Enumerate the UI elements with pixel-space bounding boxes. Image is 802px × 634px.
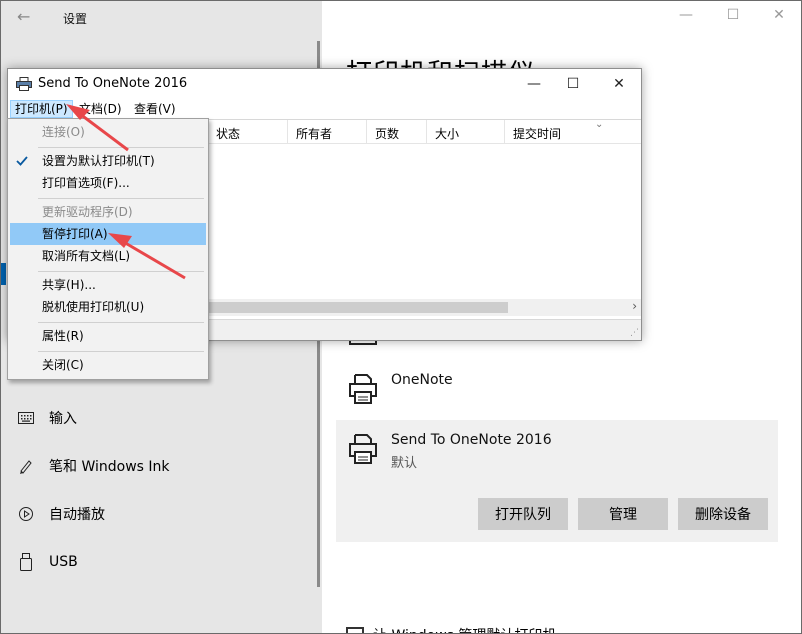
column-divider[interactable] xyxy=(426,120,427,144)
resize-grip-icon[interactable]: ⋰ xyxy=(630,328,639,338)
menu-item-label: 打印首选项(F)... xyxy=(42,176,130,190)
menu-item-label: 取消所有文档(L) xyxy=(42,249,131,263)
maximize-icon[interactable]: ☐ xyxy=(721,7,745,23)
column-divider[interactable] xyxy=(366,120,367,144)
menu-item-label: 脱机使用打印机(U) xyxy=(42,300,145,314)
menu-item-pause-printing[interactable]: 暂停打印(A) xyxy=(10,223,206,245)
queue-window-title: Send To OneNote 2016 xyxy=(38,76,188,91)
menu-item-print-preferences[interactable]: 打印首选项(F)... xyxy=(10,172,206,194)
sort-chevron-icon: ⌄ xyxy=(595,119,604,130)
queue-menubar: 打印机(P) 文档(D) 查看(V) xyxy=(8,99,641,119)
column-divider[interactable] xyxy=(504,120,505,144)
menu-item-label: 共享(H)... xyxy=(42,278,96,292)
column-header-pages[interactable]: 页数 xyxy=(375,125,399,142)
menu-item-label: 连接(O) xyxy=(42,125,85,139)
minimize-icon[interactable]: — xyxy=(519,73,549,95)
menu-item-connect[interactable]: 连接(O) xyxy=(10,121,206,143)
scroll-right-icon[interactable]: › xyxy=(632,299,637,313)
manage-button[interactable]: 管理 xyxy=(578,498,668,530)
menu-item-close[interactable]: 关闭(C) xyxy=(10,354,206,376)
checkmark-icon xyxy=(16,150,28,174)
printer-name: OneNote xyxy=(391,372,453,388)
printer-icon xyxy=(16,77,32,91)
horizontal-scrollbar[interactable]: › xyxy=(208,299,641,316)
column-header-size[interactable]: 大小 xyxy=(435,125,459,142)
printer-name: Send To OneNote 2016 xyxy=(391,432,552,448)
printer-icon xyxy=(349,434,377,464)
close-icon[interactable]: ✕ xyxy=(767,7,791,23)
sidebar-item-label: USB xyxy=(49,554,78,570)
selected-nav-indicator xyxy=(1,263,6,285)
menu-item-share[interactable]: 共享(H)... xyxy=(10,274,206,296)
menu-item-set-default[interactable]: 设置为默认打印机(T) xyxy=(10,150,206,172)
menu-view[interactable]: 查看(V) xyxy=(130,100,180,118)
menu-separator xyxy=(38,351,204,352)
menu-item-update-driver[interactable]: 更新驱动程序(D) xyxy=(10,201,206,223)
maximize-icon[interactable]: ☐ xyxy=(558,73,588,95)
keyboard-icon xyxy=(17,409,35,427)
sidebar-item-usb[interactable]: USB xyxy=(17,550,78,574)
printer-status: 默认 xyxy=(391,456,418,471)
sidebar-item-typing[interactable]: 输入 xyxy=(17,406,77,430)
manage-default-label: 让 Windows 管理默认打印机 xyxy=(373,625,556,633)
usb-icon xyxy=(17,553,35,571)
sidebar-item-label: 笔和 Windows Ink xyxy=(49,459,170,475)
settings-title: 设置 xyxy=(63,12,88,26)
sidebar-item-pen[interactable]: 笔和 Windows Ink xyxy=(17,454,170,478)
printer-menu-dropdown: 连接(O) 设置为默认打印机(T) 打印首选项(F)... 更新驱动程序(D) … xyxy=(7,118,209,380)
scrollbar-thumb[interactable] xyxy=(208,302,508,313)
menu-printer[interactable]: 打印机(P) xyxy=(10,100,73,118)
menu-item-cancel-all[interactable]: 取消所有文档(L) xyxy=(10,245,206,267)
menu-item-properties[interactable]: 属性(R) xyxy=(10,325,206,347)
sidebar-item-label: 输入 xyxy=(49,411,77,427)
column-header-status[interactable]: 状态 xyxy=(216,125,240,142)
menu-separator xyxy=(38,271,204,272)
open-queue-button[interactable]: 打开队列 xyxy=(478,498,568,530)
queue-titlebar[interactable]: Send To OneNote 2016 — ☐ ✕ xyxy=(8,69,641,99)
menu-separator xyxy=(38,198,204,199)
minimize-icon[interactable]: — xyxy=(674,7,698,23)
menu-document[interactable]: 文档(D) xyxy=(75,100,126,118)
menu-item-label: 设置为默认打印机(T) xyxy=(42,154,155,168)
printer-icon xyxy=(349,374,377,404)
close-icon[interactable]: ✕ xyxy=(604,73,634,95)
printer-item-onenote[interactable]: OneNote xyxy=(337,366,777,410)
column-header-submitted[interactable]: 提交时间 xyxy=(513,125,561,142)
queue-document-list[interactable]: 状态 所有者 页数 大小 提交时间 ⌄ xyxy=(208,119,641,319)
manage-default-checkbox[interactable] xyxy=(346,627,364,633)
queue-list-header: 状态 所有者 页数 大小 提交时间 ⌄ xyxy=(208,119,641,144)
menu-item-use-offline[interactable]: 脱机使用打印机(U) xyxy=(10,296,206,318)
menu-item-label: 属性(R) xyxy=(42,329,84,343)
column-header-owner[interactable]: 所有者 xyxy=(296,125,332,142)
menu-separator xyxy=(38,147,204,148)
remove-device-button[interactable]: 删除设备 xyxy=(678,498,768,530)
column-divider[interactable] xyxy=(287,120,288,144)
pen-icon xyxy=(17,457,35,475)
menu-item-label: 暂停打印(A) xyxy=(42,227,108,241)
menu-separator xyxy=(38,322,204,323)
menu-item-label: 关闭(C) xyxy=(42,358,84,372)
menu-item-label: 更新驱动程序(D) xyxy=(42,205,133,219)
autoplay-icon xyxy=(17,505,35,523)
sidebar-item-autoplay[interactable]: 自动播放 xyxy=(17,502,105,526)
sidebar-item-label: 自动播放 xyxy=(49,507,105,523)
printer-item-send-to-onenote[interactable]: Send To OneNote 2016 默认 xyxy=(337,426,777,471)
back-arrow-icon[interactable]: ← xyxy=(17,7,30,26)
